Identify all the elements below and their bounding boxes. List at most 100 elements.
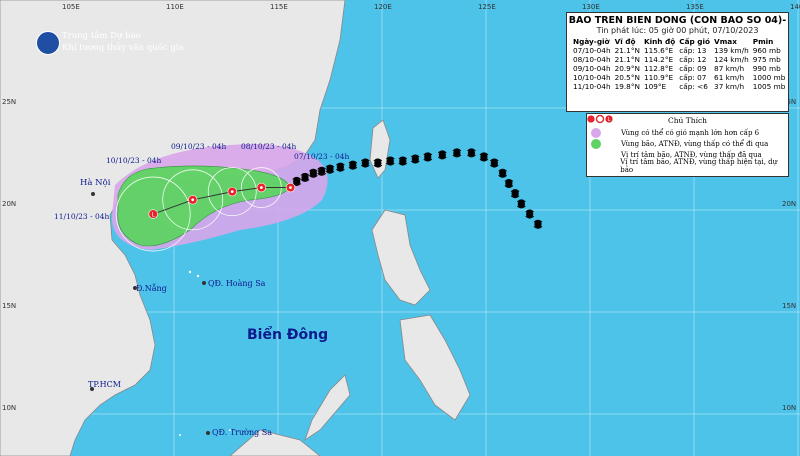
place-tphcm: TP.HCM xyxy=(88,380,121,389)
past-storm-symbol xyxy=(505,179,513,188)
bulletin-row: 09/10-04h 20.9°N 112.8°E cấp: 09 87 km/h 990 … xyxy=(571,64,787,73)
storm-eye xyxy=(259,186,263,189)
bulletin-row: 10/10-04h 20.5°N 110.9°E cấp: 07 61 km/h 1000… xyxy=(571,73,787,82)
bulletin-cell: cấp: 13 xyxy=(679,46,707,55)
bulletin-row: 08/10-04h 21.1°N 114.2°E cấp: 12 124 km/h 975… xyxy=(571,55,787,64)
past-storm-symbol xyxy=(526,210,534,218)
bulletin-cell: 21.1°N xyxy=(614,55,640,64)
bulletin-title: BAO TREN BIEN DONG (CON BAO SO 04)- xyxy=(568,15,787,26)
bulletin-cell: 19.8°N xyxy=(614,82,640,91)
col-header: Vmax xyxy=(714,37,737,46)
longitude-label: 125E xyxy=(478,3,496,11)
longitude-label: 115E xyxy=(270,3,288,11)
green-zone-swatch xyxy=(591,138,601,149)
latitude-label: 25N xyxy=(2,98,17,106)
bulletin-cell: 20.9°N xyxy=(614,64,640,73)
col-header: Pmin xyxy=(752,37,774,46)
longitude-label: 140E xyxy=(790,3,800,11)
past-storm-symbol xyxy=(293,177,301,186)
past-storm-symbol xyxy=(336,163,344,171)
agency-logo xyxy=(36,31,60,55)
legend-box: Chú Thích Vùng có thể có gió mạnh lớn hơ… xyxy=(586,113,789,177)
latitude-label: 10N xyxy=(2,404,17,412)
date-label-current: 07/10/23 - 04h xyxy=(294,152,350,161)
legend-item: Vùng bão, ATNĐ, vùng thấp có thể đi qua xyxy=(587,138,788,149)
past-storm-symbol xyxy=(534,220,542,228)
past-storm-symbol xyxy=(301,173,309,181)
past-storm-symbol xyxy=(399,157,407,165)
storm-eye xyxy=(230,190,234,194)
bulletin-cell: 1000 mb xyxy=(752,73,786,82)
purple-zone-swatch xyxy=(591,127,601,138)
past-storm-symbol xyxy=(326,165,334,173)
legend-item: Vùng có thể có gió mạnh lớn hơn cấp 6 xyxy=(587,127,788,138)
longitude-label: 130E xyxy=(582,3,600,11)
bulletin-cell: cấp: <6 xyxy=(679,82,708,91)
longitude-label: 110E xyxy=(166,3,184,11)
bulletin-cell: 08/10-04h xyxy=(573,55,611,64)
past-storm-symbol xyxy=(374,159,382,167)
past-storm-symbol xyxy=(490,159,498,167)
bulletin-cell: 975 mb xyxy=(752,55,781,64)
legend-item: L Vị trí tâm bão, ATNĐ, vùng thấp hiện t… xyxy=(587,114,788,174)
bulletin-cell: 07/10-04h xyxy=(573,46,611,55)
storm-track-map: L 105E110E115E120E125E130E135E140E25N25N… xyxy=(0,0,800,456)
past-storm-symbol xyxy=(386,157,394,165)
bulletin-cell: 112.8°E xyxy=(643,64,674,73)
place-truong-sa: QĐ. Trường Sa xyxy=(212,428,273,437)
taiwan-island xyxy=(369,119,391,179)
bulletin-cell: 110.9°E xyxy=(643,73,674,82)
latitude-label: 15N xyxy=(2,302,17,310)
past-storm-symbol xyxy=(517,200,525,208)
palawan-island xyxy=(304,374,351,441)
date-label-day1: 08/10/23 - 04h xyxy=(241,142,297,151)
philippines-south xyxy=(399,314,471,421)
bulletin-cell: 1005 mb xyxy=(752,82,786,91)
bulletin-cell: 09/10-04h xyxy=(573,64,611,73)
bulletin-box: BAO TREN BIEN DONG (CON BAO SO 04)- Tin … xyxy=(566,12,789,112)
past-storm-symbol xyxy=(467,149,476,157)
past-storm-symbol xyxy=(499,169,507,177)
bulletin-cell: 37 km/h xyxy=(714,82,745,91)
bulletin-cell: 61 km/h xyxy=(714,73,745,82)
legend-label: Vùng có thể có gió mạnh lớn hơn cấp 6 xyxy=(621,128,760,137)
bulletin-cell: 990 mb xyxy=(752,64,781,73)
place-danang: Đ.Nẵng xyxy=(136,284,167,293)
legend-title: Chú Thích xyxy=(667,116,708,125)
latitude-label: 15N xyxy=(782,302,797,310)
bulletin-cell: 87 km/h xyxy=(714,64,745,73)
past-storm-symbol xyxy=(318,167,326,175)
place-hoang-sa: QĐ. Hoàng Sa xyxy=(208,279,266,288)
past-storm-symbol xyxy=(424,153,432,161)
bulletin-cell: cấp: 09 xyxy=(679,64,707,73)
latitude-label: 20N xyxy=(2,200,17,208)
past-storm-symbol xyxy=(453,149,461,157)
storm-eye xyxy=(191,198,195,202)
agency-name-line1: Trung tâm Dự báo xyxy=(62,31,141,41)
luzon-island xyxy=(371,209,431,306)
col-header: Vĩ độ xyxy=(614,37,636,46)
latitude-label: 10N xyxy=(782,404,797,412)
past-storm-symbol xyxy=(411,155,419,163)
bulletin-cell: 139 km/h xyxy=(714,46,749,55)
latitude-label: 20N xyxy=(782,200,797,208)
bulletin-cell: 114.2°E xyxy=(643,55,674,64)
date-label-day4: 11/10/23 - 04h xyxy=(54,212,110,221)
bulletin-row: 07/10-04h 21.1°N 115.6°E cấp: 13 139 km/h 960… xyxy=(571,46,787,55)
past-storm-symbol xyxy=(438,151,446,159)
past-storm-symbol xyxy=(511,190,519,198)
agency-name-line2: Khí tượng thủy văn quốc gia xyxy=(62,43,184,53)
storm-eye xyxy=(289,186,292,189)
past-storm-symbol xyxy=(480,153,488,161)
legend-label: Vị trí tâm bão, ATNĐ, vùng thấp hiện tại… xyxy=(620,157,778,174)
bulletin-cell: 21.1°N xyxy=(614,46,640,55)
longitude-label: 120E xyxy=(374,3,392,11)
bulletin-cell: 960 mb xyxy=(752,46,781,55)
bulletin-table: Ngày-giờ Vĩ độ Kinh độ Cấp gió Vmax Pmin… xyxy=(571,37,787,91)
bulletin-cell: 124 km/h xyxy=(714,55,749,64)
col-header: Ngày-giờ xyxy=(573,37,610,46)
col-header: Cấp gió xyxy=(679,37,711,46)
svg-text:L: L xyxy=(608,117,611,123)
bulletin-issued: Tin phát lúc: 05 giờ 00 phút, 07/10/2023 xyxy=(596,26,759,35)
col-header: Kinh độ xyxy=(643,37,676,46)
